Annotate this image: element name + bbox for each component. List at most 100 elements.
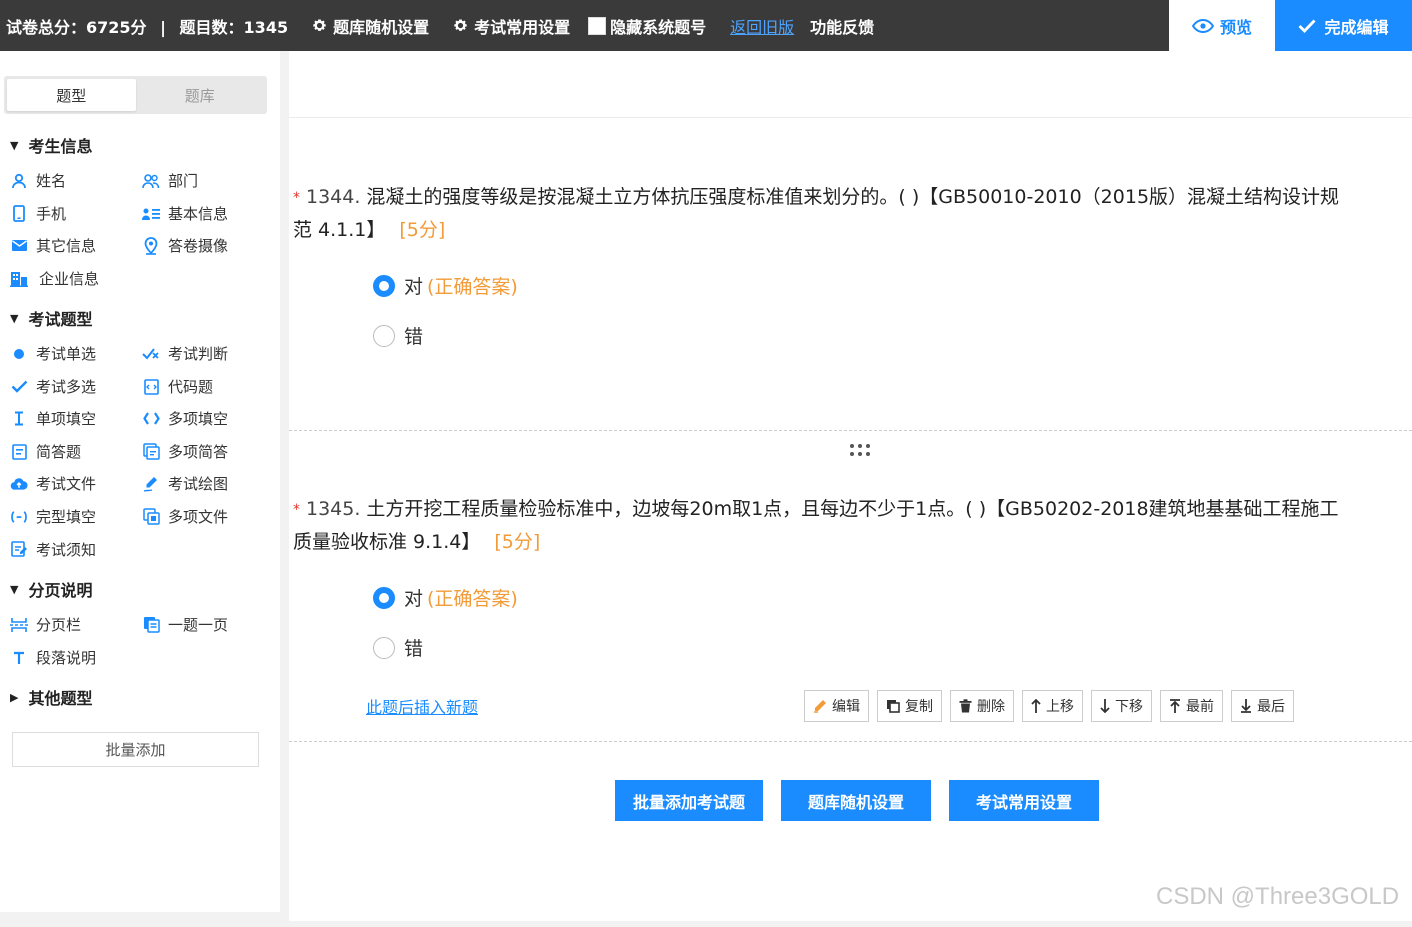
code-doc-icon (142, 378, 160, 396)
tab-question-types[interactable]: 题型 (7, 79, 136, 111)
section-candidate-info[interactable]: ▼ 考生信息 (10, 133, 92, 157)
sidebar-item-cloze[interactable]: 完型填空 (10, 506, 96, 527)
sidebar-item-label: 分页栏 (36, 616, 82, 634)
sidebar-item-phone[interactable]: 手机 (10, 203, 66, 224)
radio-unselected[interactable] (373, 636, 395, 659)
sidebar-item-code-question[interactable]: 代码题 (142, 376, 213, 397)
drag-handle-icon[interactable] (849, 443, 871, 457)
required-star: * (293, 189, 300, 206)
sidebar-item-name[interactable]: 姓名 (10, 170, 66, 191)
sidebar-item-exam-notice[interactable]: 考试须知 (10, 539, 96, 560)
check-icon (1298, 19, 1316, 33)
arrow-to-top-icon (1170, 699, 1180, 713)
question-editor: * 1344. 混凝土的强度等级是按混凝土立方体抗压强度标准值来划分的。( )【GB… (289, 51, 1412, 921)
copy-icon (887, 700, 900, 713)
arrow-to-bottom-icon (1241, 699, 1251, 713)
option-false[interactable]: 错 (373, 634, 423, 661)
sidebar-item-other-info[interactable]: 其它信息 (10, 235, 96, 256)
sidebar-item-multi-file[interactable]: 多项文件 (142, 506, 228, 527)
pencil-icon (814, 700, 826, 713)
tab-question-bank[interactable]: 题库 (136, 79, 265, 111)
option-true[interactable]: 对 (正确答案) (373, 272, 518, 299)
move-down-button[interactable]: 下移 (1091, 690, 1152, 722)
sidebar: 题型 题库 ▼ 考生信息 姓名 部门 手机 基本信息 其它信息 答卷摄像 企业信… (0, 51, 280, 912)
copy-label: 复制 (905, 699, 933, 715)
correct-answer-tag: (正确答案) (427, 276, 518, 298)
section-other-types[interactable]: ▶ 其他题型 (10, 685, 92, 709)
section-pagination[interactable]: ▼ 分页说明 (10, 577, 92, 601)
batch-add-questions-button[interactable]: 批量添加考试题 (615, 780, 763, 821)
user-icon (10, 172, 28, 190)
paper-summary: 试卷总分：6725分 | 题目数：1345 (0, 14, 288, 38)
sidebar-item-label: 部门 (168, 172, 199, 190)
sidebar-item-label: 代码题 (168, 378, 214, 396)
sidebar-item-basic-info[interactable]: 基本信息 (142, 203, 228, 224)
bottom-actions: 批量添加考试题 题库随机设置 考试常用设置 (615, 780, 1117, 821)
section-title: 其他题型 (28, 689, 93, 708)
move-up-button[interactable]: 上移 (1022, 690, 1083, 722)
radio-selected[interactable] (373, 586, 395, 609)
sidebar-item-department[interactable]: 部门 (142, 170, 198, 191)
building-icon (10, 270, 28, 288)
pen-icon (142, 475, 160, 493)
sidebar-item-page-break[interactable]: 分页栏 (10, 614, 81, 635)
common-settings-button[interactable]: 考试常用设置 (453, 14, 570, 38)
sidebar-item-label: 答卷摄像 (168, 237, 229, 255)
preview-button[interactable]: 预览 (1169, 0, 1275, 51)
hide-system-numbers-toggle[interactable]: 隐藏系统题号 (588, 14, 706, 38)
sidebar-item-company-info[interactable]: 企业信息 (10, 268, 99, 289)
sidebar-item-label: 多项文件 (168, 508, 229, 526)
move-down-label: 下移 (1115, 699, 1143, 715)
radio-unselected[interactable] (373, 324, 395, 347)
section-exam-question-types[interactable]: ▼ 考试题型 (10, 306, 92, 330)
sidebar-item-label: 简答题 (36, 443, 82, 461)
radio-selected[interactable] (373, 274, 395, 297)
finish-edit-button[interactable]: 完成编辑 (1275, 0, 1412, 51)
hide-system-numbers-checkbox[interactable] (588, 16, 607, 35)
question-number: 1345. (306, 498, 361, 520)
sidebar-item-answer-camera[interactable]: 答卷摄像 (142, 235, 228, 256)
move-bottom-button[interactable]: 最后 (1231, 690, 1294, 722)
sidebar-item-exam-drawing[interactable]: 考试绘图 (142, 473, 228, 494)
caret-down-icon: ▼ (10, 582, 19, 596)
sidebar-item-multi-blank[interactable]: 多项填空 (142, 408, 228, 429)
option-label: 错 (404, 326, 424, 348)
arrow-up-icon (1031, 699, 1041, 713)
correct-answer-tag: (正确答案) (427, 588, 518, 610)
option-false[interactable]: 错 (373, 322, 423, 349)
random-settings-button[interactable]: 题库随机设置 (312, 14, 429, 38)
sidebar-item-short-answer[interactable]: 简答题 (10, 441, 81, 462)
sidebar-item-single-choice[interactable]: 考试单选 (10, 343, 96, 364)
copy-button[interactable]: 复制 (877, 690, 942, 722)
delete-button[interactable]: 删除 (950, 690, 1014, 722)
sidebar-item-exam-file[interactable]: 考试文件 (10, 473, 96, 494)
sidebar-item-paragraph[interactable]: 段落说明 (10, 647, 96, 668)
question-count: 题目数：1345 (179, 17, 289, 37)
sidebar-item-label: 考试判断 (168, 345, 229, 363)
batch-add-button[interactable]: 批量添加 (12, 732, 259, 767)
sidebar-tabs: 题型 题库 (4, 76, 267, 114)
option-label: 对 (404, 588, 424, 610)
sidebar-item-true-false[interactable]: 考试判断 (142, 343, 228, 364)
insert-question-after-link[interactable]: 此题后插入新题 (366, 694, 478, 718)
move-up-label: 上移 (1046, 699, 1074, 715)
edit-doc-icon (10, 541, 28, 559)
sidebar-item-label: 一题一页 (168, 616, 229, 634)
exam-common-settings-button[interactable]: 考试常用设置 (949, 780, 1099, 821)
back-old-version-link[interactable]: 返回旧版 (730, 14, 794, 38)
sidebar-item-multi-short-answer[interactable]: 多项简答 (142, 441, 228, 462)
gear-icon (454, 19, 467, 31)
move-top-label: 最前 (1186, 699, 1214, 715)
move-top-button[interactable]: 最前 (1160, 690, 1223, 722)
question-title: * 1344. 混凝土的强度等级是按混凝土立方体抗压强度标准值来划分的。( )【GB… (293, 181, 1353, 246)
sidebar-item-single-blank[interactable]: 单项填空 (10, 408, 96, 429)
check-cross-icon (142, 345, 160, 363)
arrow-down-icon (1100, 699, 1110, 713)
sidebar-item-multiple-choice[interactable]: 考试多选 (10, 376, 96, 397)
feedback-link[interactable]: 功能反馈 (810, 14, 874, 38)
option-true[interactable]: 对 (正确答案) (373, 584, 518, 611)
edit-button[interactable]: 编辑 (804, 690, 869, 722)
bank-random-settings-button[interactable]: 题库随机设置 (781, 780, 931, 821)
sidebar-item-one-per-page[interactable]: 一题一页 (142, 614, 228, 635)
documents-icon (142, 443, 160, 461)
